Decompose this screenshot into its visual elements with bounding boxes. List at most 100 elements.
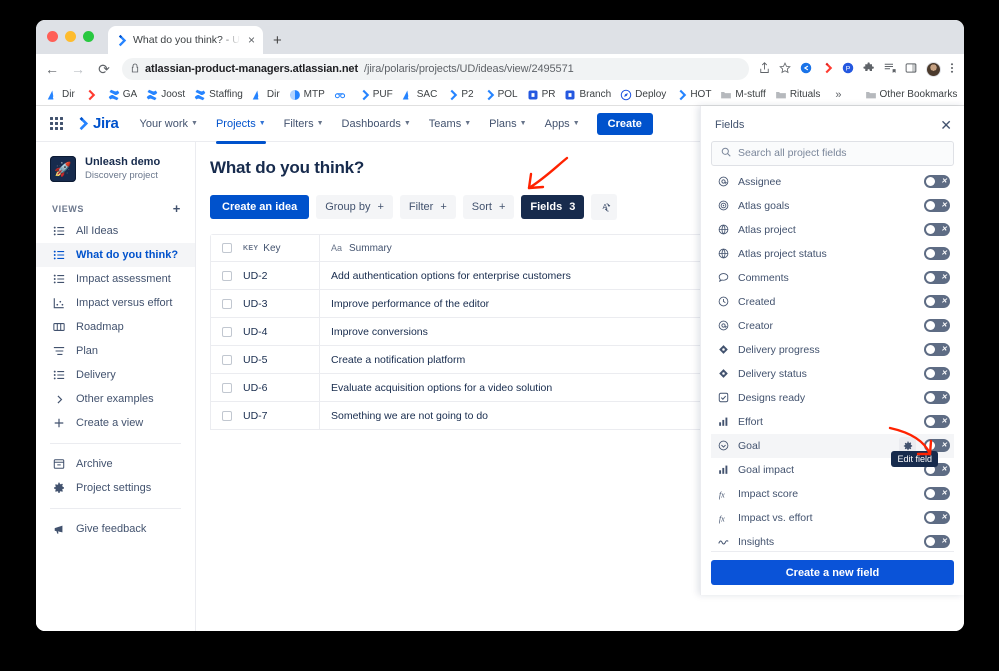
bookmark-item[interactable]: Joost [143, 88, 188, 102]
bookmark-item[interactable] [331, 88, 352, 102]
field-toggle[interactable]: ✕ [924, 247, 950, 260]
jira-logo[interactable]: Jira [74, 115, 119, 132]
checkbox[interactable] [222, 355, 232, 365]
nav-teams[interactable]: Teams▼ [422, 113, 478, 135]
checkbox[interactable] [222, 243, 232, 253]
field-toggle[interactable]: ✕ [924, 223, 950, 236]
field-toggle[interactable]: ✕ [924, 367, 950, 380]
field-row-atlas-project-status[interactable]: Atlas project status ✕ [711, 242, 954, 266]
checkbox[interactable] [222, 271, 232, 281]
field-row-atlas-project[interactable]: Atlas project ✕ [711, 218, 954, 242]
share-icon[interactable] [759, 62, 770, 76]
row-checkbox[interactable] [211, 383, 243, 393]
bookmark-item[interactable]: HOT [672, 88, 714, 102]
clockify-icon[interactable] [800, 62, 812, 76]
sidebar-item-what-do-you-think[interactable]: What do you think? [36, 243, 195, 267]
sidebar-item-other-examples[interactable]: Other examples [36, 387, 195, 411]
sidebar-item-archive[interactable]: Archive [36, 452, 195, 476]
field-toggle[interactable]: ✕ [924, 175, 950, 188]
bookmark-item[interactable]: Rituals [772, 88, 824, 102]
other-bookmarks-button[interactable]: Other Bookmarks [862, 88, 961, 102]
field-toggle[interactable]: ✕ [924, 271, 950, 284]
bookmark-item[interactable]: PR [524, 88, 559, 102]
field-toggle[interactable]: ✕ [924, 535, 950, 548]
sidebar-item-create-a-view[interactable]: Create a view [36, 411, 195, 435]
text-size-icon[interactable]: A [591, 194, 617, 220]
field-toggle[interactable]: ✕ [924, 391, 950, 404]
bookmark-item[interactable]: Dir [44, 88, 78, 102]
forward-icon[interactable]: → [70, 61, 86, 77]
sort-button[interactable]: Sort + [463, 195, 515, 219]
bookmarks-overflow-button[interactable]: » [829, 89, 847, 101]
field-row-creator[interactable]: Creator ✕ [711, 314, 954, 338]
row-checkbox[interactable] [211, 271, 243, 281]
bookmark-item[interactable]: POL [480, 88, 521, 102]
bookmark-item[interactable]: Deploy [617, 88, 669, 102]
fields-search-input[interactable]: Search all project fields [711, 141, 954, 166]
field-row-insights[interactable]: Insights ✕ [711, 530, 954, 551]
sidebar-item-give-feedback[interactable]: Give feedback [36, 517, 195, 541]
create-an-idea-button[interactable]: Create an idea [210, 195, 309, 219]
field-toggle[interactable]: ✕ [924, 343, 950, 356]
bookmark-item[interactable]: GA [105, 88, 140, 102]
sidebar-item-roadmap[interactable]: Roadmap [36, 315, 195, 339]
sidebar-item-project-settings[interactable]: Project settings [36, 476, 195, 500]
reading-list-icon[interactable] [884, 62, 896, 76]
bookmark-item[interactable]: MTP [286, 88, 328, 102]
bookmark-item[interactable]: PUF [355, 88, 396, 102]
close-window-button[interactable] [47, 31, 58, 42]
row-checkbox[interactable] [211, 327, 243, 337]
select-all-checkbox[interactable] [211, 243, 243, 253]
nav-projects[interactable]: Projects▼ [209, 113, 273, 135]
bookmark-item[interactable]: P2 [443, 88, 476, 102]
close-icon[interactable]: ✕ [940, 118, 952, 132]
bookmark-item[interactable]: Staffing [191, 88, 246, 102]
field-row-impact-vs-effort[interactable]: fx Impact vs. effort ✕ [711, 506, 954, 530]
nav-your-work[interactable]: Your work▼ [133, 113, 205, 135]
field-row-goal-impact[interactable]: Goal impact ✕ Edit field [711, 458, 954, 482]
field-toggle[interactable]: ✕ [924, 415, 950, 428]
reload-icon[interactable]: ⟳ [96, 61, 112, 78]
checkbox[interactable] [222, 411, 232, 421]
field-row-effort[interactable]: Effort ✕ [711, 410, 954, 434]
nav-apps[interactable]: Apps▼ [538, 113, 587, 135]
nav-plans[interactable]: Plans▼ [482, 113, 533, 135]
field-row-assignee[interactable]: Assignee ✕ [711, 170, 954, 194]
checkbox[interactable] [222, 299, 232, 309]
close-tab-button[interactable]: × [246, 34, 257, 46]
jira-extension-icon[interactable] [821, 62, 833, 76]
sidebar-item-delivery[interactable]: Delivery [36, 363, 195, 387]
pocket-icon[interactable]: P [842, 62, 854, 76]
field-row-comments[interactable]: Comments ✕ [711, 266, 954, 290]
field-row-delivery-status[interactable]: Delivery status ✕ [711, 362, 954, 386]
group-by-button[interactable]: Group by + [316, 195, 393, 219]
maximize-window-button[interactable] [83, 31, 94, 42]
profile-avatar[interactable] [926, 62, 941, 77]
nav-filters[interactable]: Filters▼ [277, 113, 331, 135]
checkbox[interactable] [222, 383, 232, 393]
create-button[interactable]: Create [597, 113, 653, 135]
field-toggle[interactable]: ✕ [924, 295, 950, 308]
sidebar-item-impact-versus-effort[interactable]: Impact versus effort [36, 291, 195, 315]
field-toggle[interactable]: ✕ [924, 511, 950, 524]
add-view-button[interactable]: + [173, 202, 181, 215]
url-input[interactable]: atlassian-product-managers.atlassian.net… [122, 58, 749, 80]
field-row-impact-score[interactable]: fx Impact score ✕ [711, 482, 954, 506]
filter-button[interactable]: Filter + [400, 195, 456, 219]
nav-dashboards[interactable]: Dashboards▼ [335, 113, 418, 135]
field-toggle[interactable]: ✕ [924, 319, 950, 332]
bookmark-item[interactable] [81, 88, 102, 102]
row-checkbox[interactable] [211, 355, 243, 365]
column-header-key[interactable]: KEY Key [243, 243, 319, 254]
project-header[interactable]: 🚀 Unleash demo Discovery project [36, 152, 195, 194]
field-row-designs-ready[interactable]: Designs ready ✕ [711, 386, 954, 410]
window-controls[interactable] [47, 31, 94, 42]
create-a-new-field-button[interactable]: Create a new field [711, 560, 954, 585]
bookmark-item[interactable]: M-stuff [717, 88, 768, 102]
row-checkbox[interactable] [211, 411, 243, 421]
field-toggle[interactable]: ✕ [924, 487, 950, 500]
row-checkbox[interactable] [211, 299, 243, 309]
sidebar-item-plan[interactable]: Plan [36, 339, 195, 363]
extensions-puzzle-icon[interactable] [863, 62, 875, 76]
minimize-window-button[interactable] [65, 31, 76, 42]
